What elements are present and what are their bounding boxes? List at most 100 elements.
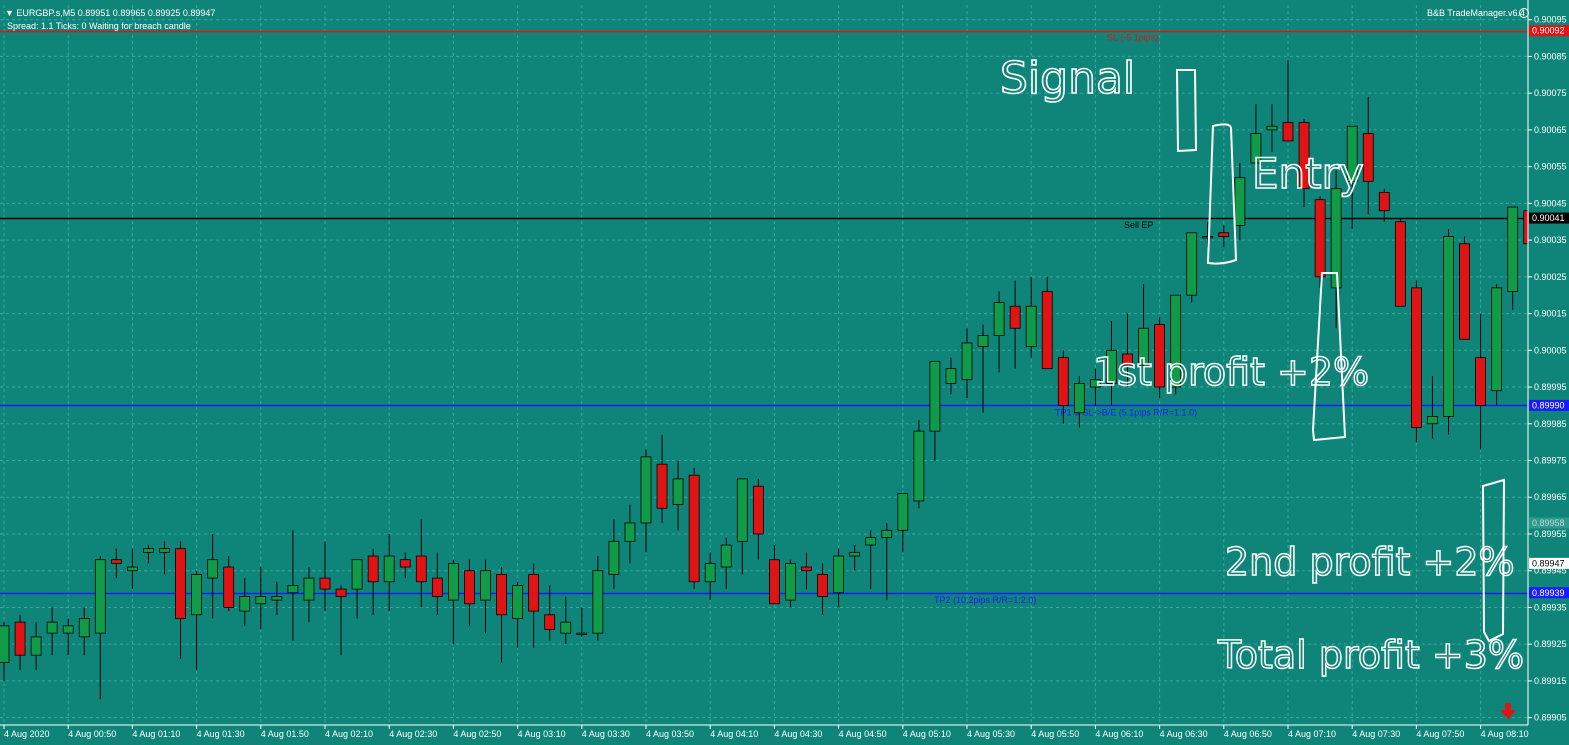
y-tick-label: 0.89995 bbox=[1534, 382, 1567, 392]
y-tick-label: 0.89985 bbox=[1534, 419, 1567, 429]
bull-candle bbox=[191, 573, 203, 616]
bull-candle bbox=[929, 360, 941, 432]
x-tick-label: 4 Aug 08:10 bbox=[1481, 729, 1529, 739]
bull-candle bbox=[881, 529, 893, 539]
y-tick-label: 0.90045 bbox=[1534, 198, 1567, 208]
x-tick-label: 4 Aug 07:50 bbox=[1416, 729, 1464, 739]
bull-candle bbox=[720, 544, 732, 568]
y-tick-label: 0.89925 bbox=[1534, 639, 1567, 649]
bear-candle bbox=[528, 573, 540, 612]
price-chart[interactable]: SL (-5.1pips)Sell EPTP1 & SL->B/E (5.1pi… bbox=[0, 0, 1569, 745]
y-tick-label: 0.90055 bbox=[1534, 162, 1567, 172]
bull-candle bbox=[993, 302, 1005, 337]
annotation-second-profit: 2nd profit +2% bbox=[1225, 540, 1515, 584]
status-line: Spread: 1.1 Ticks: 0 Waiting for breach … bbox=[7, 21, 191, 31]
x-tick-label: 4 Aug 02:30 bbox=[389, 729, 437, 739]
y-tick-label: 0.89935 bbox=[1534, 602, 1567, 612]
bull-candle bbox=[159, 548, 170, 553]
price-scale[interactable] bbox=[1528, 0, 1569, 745]
bear-candle bbox=[817, 573, 828, 597]
bear-candle bbox=[1057, 357, 1069, 406]
bear-candle bbox=[415, 555, 427, 583]
y-tick-label: 0.90065 bbox=[1534, 125, 1567, 135]
bid-price-tag: 0.89947 bbox=[1529, 557, 1569, 569]
bear-candle bbox=[1394, 221, 1406, 307]
entry-bracket bbox=[1206, 123, 1238, 265]
bull-candle bbox=[1266, 125, 1278, 131]
bull-candle bbox=[736, 478, 748, 542]
bear-candle bbox=[1475, 357, 1486, 406]
x-tick-label: 4 Aug 01:10 bbox=[132, 729, 180, 739]
bull-candle bbox=[977, 335, 989, 348]
x-tick-label: 4 Aug 02:50 bbox=[453, 729, 501, 739]
bear-candle bbox=[399, 559, 411, 568]
bull-candle bbox=[271, 596, 283, 601]
x-tick-label: 4 Aug 07:30 bbox=[1352, 729, 1400, 739]
bull-candle bbox=[592, 570, 604, 634]
y-tick-label: 0.90015 bbox=[1534, 309, 1567, 319]
collapse-triangle-icon[interactable]: ▼ bbox=[5, 8, 16, 18]
bear-candle bbox=[769, 559, 780, 605]
annotation-entry: Entry bbox=[1252, 149, 1364, 198]
bull-candle bbox=[1025, 305, 1037, 348]
bull-candle bbox=[865, 537, 877, 546]
bull-candle bbox=[945, 368, 957, 384]
bull-candle bbox=[1443, 236, 1454, 417]
bull-candle bbox=[672, 478, 684, 505]
trade-levels: SL (-5.1pips)Sell EPTP1 & SL->B/E (5.1pi… bbox=[0, 30, 1528, 605]
bull-candle bbox=[287, 585, 299, 594]
symbol-header[interactable]: ▼ EURGBP.s,M5 0.89951 0.89965 0.89925 0.… bbox=[5, 8, 215, 19]
svg-text:0.89939: 0.89939 bbox=[1532, 588, 1565, 598]
x-tick-label: 4 Aug 03:10 bbox=[518, 729, 566, 739]
bull-candle bbox=[1073, 382, 1085, 414]
gear-icon[interactable] bbox=[1519, 8, 1529, 18]
bear-candle bbox=[367, 555, 379, 583]
y-tick-label: 0.89975 bbox=[1534, 456, 1567, 466]
bull-candle bbox=[624, 522, 636, 542]
sell-arrow-icon bbox=[1500, 703, 1516, 719]
x-tick-label: 4 Aug 05:10 bbox=[903, 729, 951, 739]
y-tick-label: 0.90075 bbox=[1534, 88, 1567, 98]
bull-candle bbox=[351, 559, 363, 590]
bear-candle bbox=[1411, 287, 1422, 428]
x-tick-label: 4 Aug 07:10 bbox=[1288, 729, 1336, 739]
bear-candle bbox=[335, 588, 347, 597]
x-tick-label: 4 Aug 06:30 bbox=[1160, 729, 1208, 739]
bull-candle bbox=[62, 625, 74, 634]
bear-candle bbox=[464, 570, 475, 605]
sl-label: SL (-5.1pips) bbox=[1107, 33, 1158, 43]
bull-candle bbox=[913, 430, 925, 502]
x-tick-label: 4 Aug 06:50 bbox=[1224, 729, 1272, 739]
tp2-price-tag: 0.89939 bbox=[1529, 587, 1569, 599]
bull-candle bbox=[1234, 177, 1246, 226]
bull-candle bbox=[207, 559, 219, 579]
bear-candle bbox=[1218, 232, 1230, 237]
bear-candle bbox=[752, 485, 764, 535]
tp1-price-tag: 0.89990 bbox=[1529, 399, 1569, 411]
bear-candle bbox=[801, 566, 812, 572]
bull-candle bbox=[303, 577, 315, 601]
trading-chart-window[interactable]: SL (-5.1pips) Sell EP TP1 & SL->B/E (5.1pi… bbox=[0, 0, 1569, 745]
x-tick-label: 4 Aug 02:10 bbox=[325, 729, 373, 739]
bear-candle bbox=[14, 621, 26, 656]
bull-candle bbox=[1202, 236, 1214, 239]
tp2-label: TP2 (10.2pips R/R=1:2.0) bbox=[934, 595, 1036, 605]
y-tick-label: 0.90025 bbox=[1534, 272, 1567, 282]
y-tick-label: 0.90085 bbox=[1534, 51, 1567, 61]
bear-candle bbox=[688, 474, 700, 583]
bull-candle bbox=[640, 456, 652, 524]
symbol-quote: EURGBP.s,M5 0.89951 0.89965 0.89925 0.89… bbox=[16, 8, 216, 18]
bull-candle bbox=[576, 632, 588, 636]
x-tick-label: 4 Aug 01:30 bbox=[197, 729, 245, 739]
bear-candle bbox=[223, 566, 235, 608]
bull-candle bbox=[480, 570, 491, 601]
svg-text:0.89958: 0.89958 bbox=[1532, 518, 1565, 528]
bear-candle bbox=[656, 463, 668, 509]
bear-candle bbox=[319, 577, 331, 590]
y-tick-label: 0.89955 bbox=[1534, 529, 1567, 539]
bear-candle bbox=[1459, 243, 1470, 340]
bull-candle bbox=[255, 596, 267, 605]
bull-candle bbox=[512, 585, 523, 619]
bull-candle bbox=[127, 566, 138, 572]
x-tick-label: 4 Aug 04:10 bbox=[710, 729, 758, 739]
